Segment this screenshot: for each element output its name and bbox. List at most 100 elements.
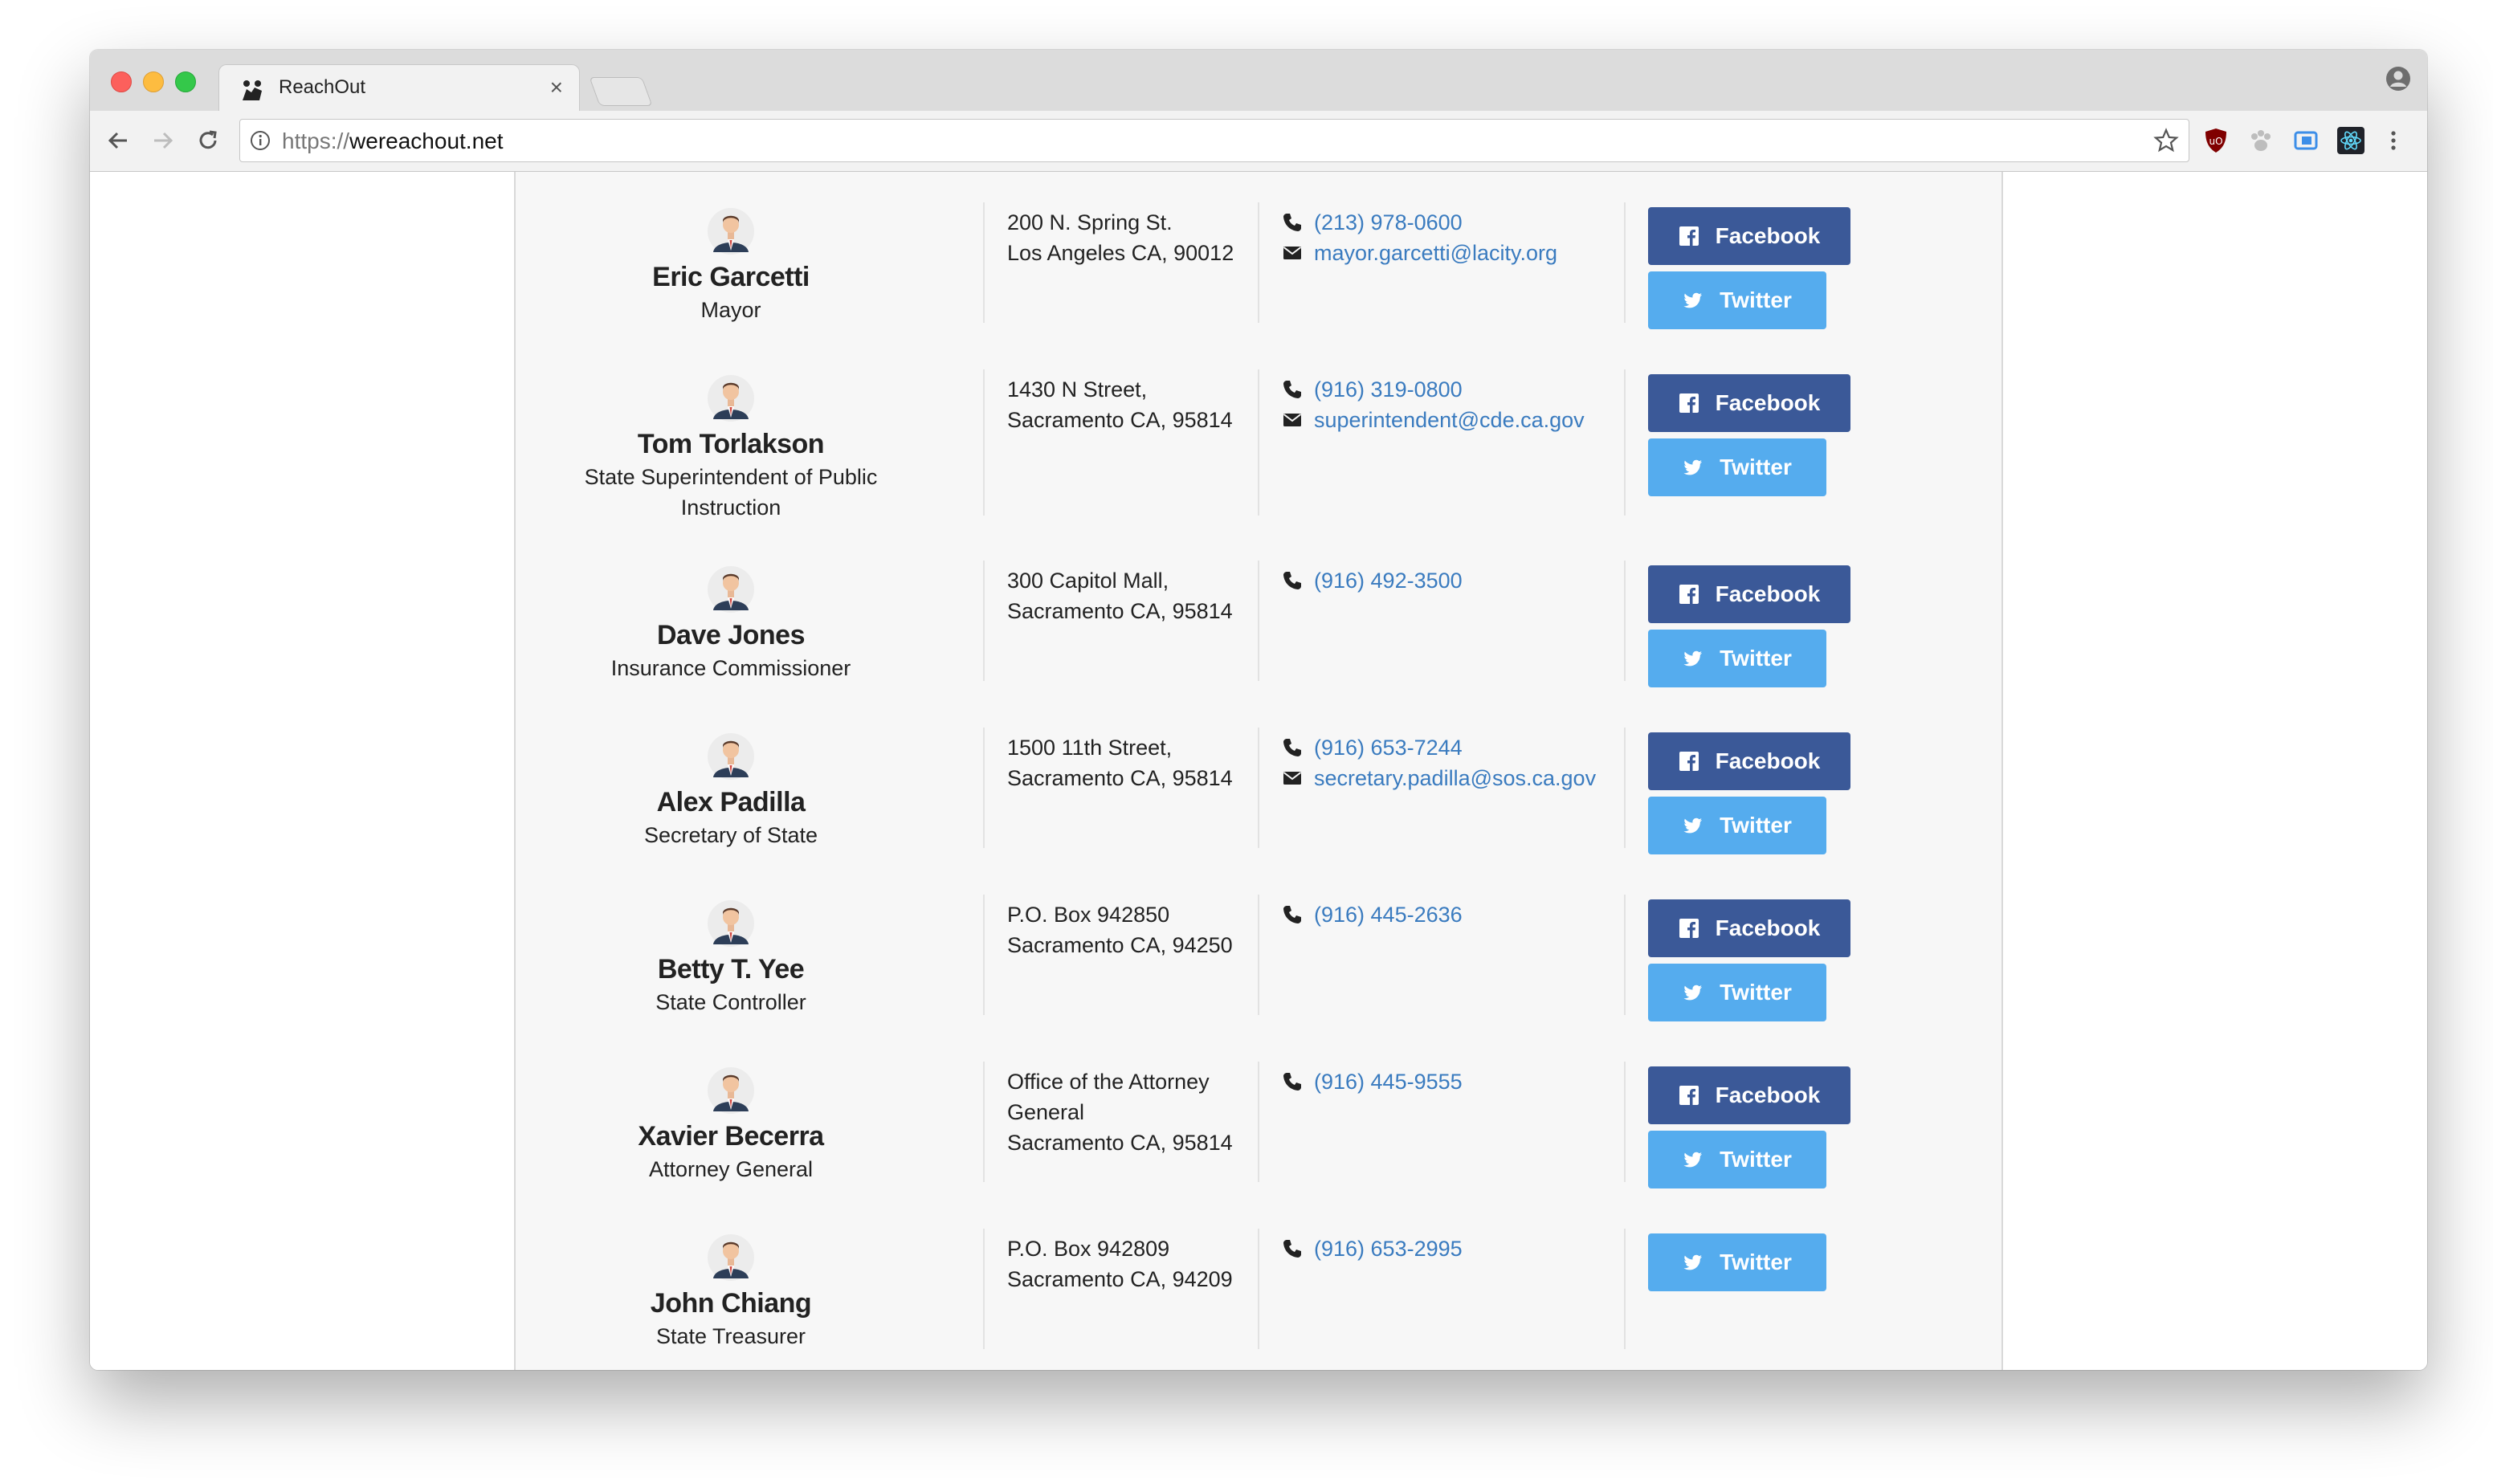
phone-row: (916) 445-9555	[1282, 1066, 1619, 1097]
reload-icon[interactable]	[193, 125, 223, 156]
tab-close-button[interactable]: ×	[550, 75, 563, 100]
email-link[interactable]: mayor.garcetti@lacity.org	[1314, 238, 1557, 268]
close-window-button[interactable]	[111, 71, 132, 92]
column-divider	[1258, 1229, 1259, 1349]
column-divider	[1624, 202, 1626, 323]
column-divider	[1624, 895, 1626, 1015]
more-menu-icon[interactable]	[2387, 127, 2400, 154]
column-divider	[1258, 202, 1259, 323]
official-identity: Tom Torlakson State Superintendent of Pu…	[564, 374, 898, 523]
official-identity: Xavier Becerra Attorney General	[564, 1066, 898, 1184]
official-identity: Eric Garcetti Mayor	[564, 207, 898, 325]
back-arrow-icon[interactable]	[103, 125, 133, 156]
facebook-button[interactable]: Facebook	[1648, 1066, 1850, 1124]
twitter-button[interactable]: Twitter	[1648, 438, 1826, 496]
address-line: Sacramento CA, 95814	[1007, 766, 1233, 790]
official-contact: (213) 978-0600 mayor.garcetti@lacity.org	[1282, 207, 1619, 268]
officials-list: Eric Garcetti Mayor 200 N. Spring St. Los…	[514, 172, 2003, 1370]
address-line: P.O. Box 942850	[1007, 903, 1170, 927]
address-line: 200 N. Spring St.	[1007, 210, 1173, 234]
facebook-button-label: Facebook	[1715, 223, 1821, 248]
email-link[interactable]: superintendent@cde.ca.gov	[1314, 405, 1585, 435]
facebook-button[interactable]: Facebook	[1648, 899, 1850, 957]
url-text[interactable]: https://wereachout.net	[282, 128, 504, 154]
ublock-shield-icon[interactable]: uO	[2202, 127, 2230, 154]
email-link[interactable]: secretary.padilla@sos.ca.gov	[1314, 763, 1596, 793]
email-row: secretary.padilla@sos.ca.gov	[1282, 763, 1619, 793]
facebook-button[interactable]: Facebook	[1648, 207, 1850, 265]
tab-strip: ReachOut ×	[90, 50, 2427, 111]
official-title: Attorney General	[648, 1157, 814, 1181]
info-icon[interactable]	[250, 130, 271, 151]
react-devtools-icon[interactable]	[2337, 127, 2364, 154]
envelope-icon	[1283, 772, 1302, 785]
twitter-button[interactable]: Twitter	[1648, 271, 1826, 329]
twitter-button-label: Twitter	[1720, 455, 1792, 479]
phone-link[interactable]: (213) 978-0600	[1314, 207, 1463, 238]
maximize-window-button[interactable]	[175, 71, 196, 92]
column-divider	[983, 369, 985, 516]
official-address: 1500 11th Street, Sacramento CA, 95814	[1007, 732, 1248, 793]
address-line: P.O. Box 942809	[1007, 1237, 1170, 1261]
twitter-button[interactable]: Twitter	[1648, 797, 1826, 854]
page-viewport: Eric Garcetti Mayor 200 N. Spring St. Los…	[90, 172, 2427, 1370]
phone-link[interactable]: (916) 653-2995	[1314, 1233, 1463, 1264]
forward-arrow-icon[interactable]	[148, 125, 178, 156]
official-contact: (916) 653-7244 secretary.padilla@sos.ca.g…	[1282, 732, 1619, 793]
official-address: 200 N. Spring St. Los Angeles CA, 90012	[1007, 207, 1248, 268]
twitter-button[interactable]: Twitter	[1648, 1233, 1826, 1291]
facebook-button[interactable]: Facebook	[1648, 565, 1850, 623]
facebook-icon	[1679, 752, 1699, 771]
official-address: P.O. Box 942850 Sacramento CA, 94250	[1007, 899, 1248, 960]
tom-torlakson-avatar	[708, 375, 754, 422]
social-buttons: Facebook Twitter	[1648, 374, 1889, 496]
twitter-button-label: Twitter	[1720, 980, 1792, 1005]
phone-row: (916) 492-3500	[1282, 565, 1619, 596]
column-divider	[1624, 728, 1626, 848]
twitter-button[interactable]: Twitter	[1648, 630, 1826, 687]
official-address: Office of the Attorney General Sacramento…	[1007, 1066, 1248, 1158]
bookmark-star-icon[interactable]	[2153, 128, 2179, 153]
extension-screen-icon[interactable]	[2292, 127, 2320, 154]
official-name: Tom Torlakson	[637, 429, 825, 459]
phone-link[interactable]: (916) 445-9555	[1314, 1066, 1463, 1097]
address-line: Office of the Attorney General	[1007, 1070, 1210, 1124]
facebook-button-label: Facebook	[1715, 748, 1821, 773]
phone-link[interactable]: (916) 445-2636	[1314, 899, 1463, 930]
column-divider	[983, 1229, 985, 1349]
column-divider	[1258, 728, 1259, 848]
browser-tab[interactable]: ReachOut ×	[218, 64, 580, 111]
new-tab-button[interactable]	[589, 77, 653, 106]
official-title: State Treasurer	[655, 1324, 806, 1348]
phone-link[interactable]: (916) 492-3500	[1314, 565, 1463, 596]
twitter-bird-icon	[1683, 817, 1703, 834]
twitter-button[interactable]: Twitter	[1648, 964, 1826, 1021]
official-title: Insurance Commissioner	[610, 656, 851, 680]
official-identity: Dave Jones Insurance Commissioner	[564, 565, 898, 683]
extension-paw-icon[interactable]	[2247, 127, 2275, 154]
phone-row: (916) 653-2995	[1282, 1233, 1619, 1264]
minimize-window-button[interactable]	[143, 71, 164, 92]
twitter-button[interactable]: Twitter	[1648, 1131, 1826, 1188]
twitter-bird-icon	[1683, 459, 1703, 475]
address-line: Sacramento CA, 95814	[1007, 1131, 1233, 1155]
phone-icon	[1283, 381, 1301, 398]
official-identity: Betty T. Yee State Controller	[564, 899, 898, 1017]
facebook-button[interactable]: Facebook	[1648, 374, 1850, 432]
column-divider	[1258, 895, 1259, 1015]
official-name: Betty T. Yee	[657, 954, 805, 985]
phone-link[interactable]: (916) 653-7244	[1314, 732, 1463, 763]
official-name: John Chiang	[650, 1288, 812, 1319]
social-buttons: Twitter	[1648, 1233, 1889, 1291]
site-favicon-icon	[243, 80, 262, 100]
twitter-button-label: Twitter	[1720, 1147, 1792, 1172]
profile-icon[interactable]	[2385, 66, 2411, 92]
facebook-button[interactable]: Facebook	[1648, 732, 1850, 790]
twitter-button-label: Twitter	[1720, 1250, 1792, 1274]
facebook-icon	[1679, 1086, 1699, 1105]
phone-link[interactable]: (916) 319-0800	[1314, 374, 1463, 405]
svg-text:uO: uO	[2209, 136, 2222, 147]
address-bar[interactable]: https://wereachout.net	[239, 119, 2189, 162]
phone-icon	[1283, 1240, 1301, 1258]
twitter-button-label: Twitter	[1720, 287, 1792, 312]
